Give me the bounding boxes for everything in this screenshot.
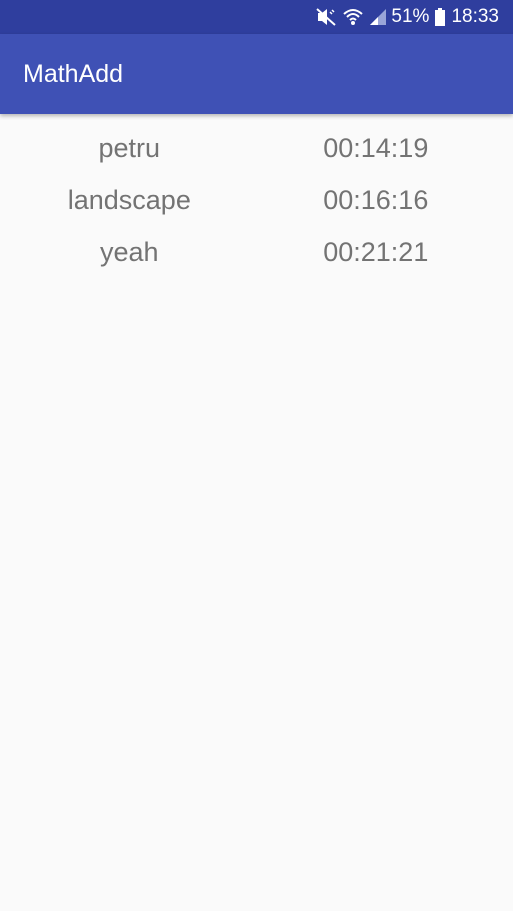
score-row[interactable]: yeah 00:21:21 <box>0 226 513 278</box>
score-row[interactable]: landscape 00:16:16 <box>0 174 513 226</box>
score-list: petru 00:14:19 landscape 00:16:16 yeah 0… <box>0 114 513 911</box>
app-title: MathAdd <box>23 59 124 88</box>
score-name: petru <box>98 132 161 163</box>
score-row[interactable]: petru 00:14:19 <box>0 122 513 174</box>
status-clock: 18:33 <box>451 6 499 27</box>
wifi-icon <box>343 8 364 26</box>
score-time: 00:14:19 <box>323 132 429 163</box>
score-name: landscape <box>67 184 191 215</box>
score-time: 00:21:21 <box>323 236 429 267</box>
score-name: yeah <box>100 236 159 267</box>
score-time: 00:16:16 <box>323 184 429 215</box>
mute-vibrate-icon <box>315 7 337 27</box>
battery-percent: 51% <box>391 6 430 27</box>
status-bar: 51% 18:33 <box>0 0 513 34</box>
app-bar: MathAdd <box>0 34 513 114</box>
battery-icon <box>435 8 446 26</box>
signal-icon <box>369 8 387 26</box>
